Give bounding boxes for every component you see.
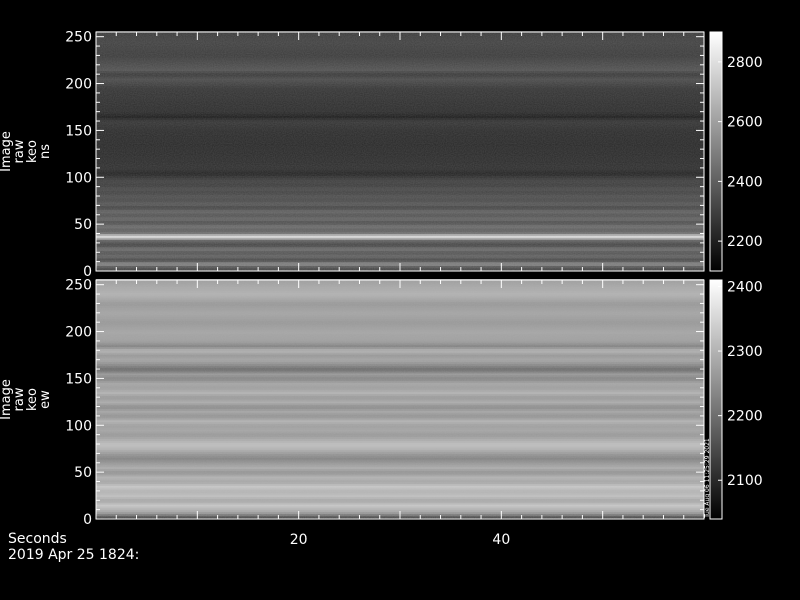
keogram-figure: 050100150200250Imagerawkeons220024002600…	[0, 30, 763, 548]
y-tick-label: 50	[74, 217, 92, 233]
y-tick-label: 250	[65, 278, 92, 294]
x-tick-label: 20	[290, 532, 308, 548]
y-axis-label: ew	[38, 390, 53, 409]
y-tick-label: 150	[65, 123, 92, 139]
colorbar	[710, 280, 722, 519]
x-axis-label: Seconds	[8, 531, 67, 547]
y-tick-label: 100	[65, 170, 92, 186]
timestamp-stamp: Tue Aug 06 11:25:29 2021	[704, 438, 711, 519]
date-label: 2019 Apr 25 1824:	[8, 547, 140, 563]
x-tick-label: 40	[492, 532, 510, 548]
y-tick-label: 50	[74, 465, 92, 481]
y-tick-label: 100	[65, 418, 92, 434]
colorbar-tick-label: 2200	[727, 234, 763, 250]
y-tick-label: 250	[65, 30, 92, 46]
colorbar-tick-label: 2100	[727, 473, 763, 489]
colorbar-tick-label: 2400	[727, 279, 763, 295]
y-axis-label: ns	[38, 144, 53, 159]
colorbar-tick-label: 2200	[727, 409, 763, 425]
y-tick-label: 200	[65, 325, 92, 341]
y-tick-label: 150	[65, 371, 92, 387]
colorbar-tick-label: 2400	[727, 174, 763, 190]
colorbar-tick-label: 2800	[727, 55, 763, 71]
heatmap-noise	[96, 32, 704, 271]
y-tick-label: 200	[65, 77, 92, 93]
y-tick-label: 0	[83, 512, 92, 528]
colorbar-tick-label: 2600	[727, 115, 763, 131]
heatmap-noise	[96, 280, 704, 519]
colorbar	[710, 32, 722, 271]
colorbar-tick-label: 2300	[727, 344, 763, 360]
